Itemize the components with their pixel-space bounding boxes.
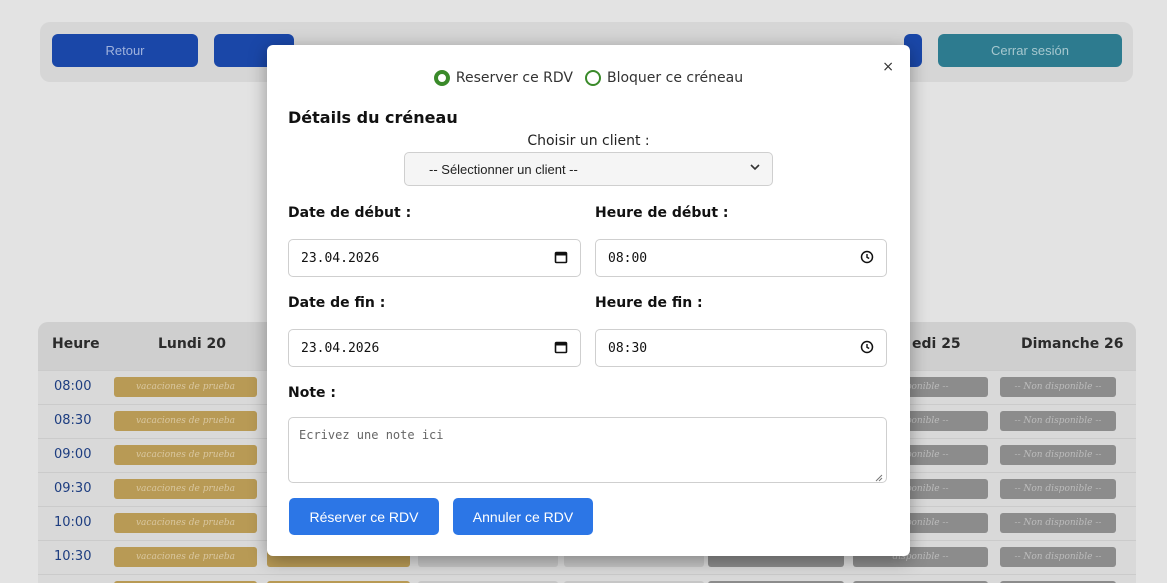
mode-radio-group: Reserver ce RDV Bloquer ce créneau — [267, 70, 910, 86]
radio-block[interactable]: Bloquer ce créneau — [584, 70, 744, 86]
start-date-value: 23.04.2026 — [301, 250, 380, 266]
clock-icon[interactable] — [860, 340, 874, 354]
calendar-icon[interactable] — [554, 250, 568, 264]
unavailable-slot[interactable]: -- Non disponible -- — [1000, 513, 1116, 533]
client-label: Choisir un client : — [527, 133, 650, 149]
start-time-value: 08:00 — [608, 250, 648, 266]
unavailable-slot[interactable]: -- Non disponible -- — [1000, 445, 1116, 465]
end-date-label: Date de fin : — [288, 295, 386, 311]
end-time-input[interactable]: 08:30 — [595, 329, 887, 367]
vacation-slot[interactable]: vacaciones de prueba — [114, 377, 257, 397]
back-button[interactable]: Retour — [52, 34, 198, 67]
unavailable-slot[interactable]: -- Non disponible -- — [1000, 411, 1116, 431]
header-hour: Heure — [52, 336, 100, 352]
clock-icon[interactable] — [860, 250, 874, 264]
radio-reserve-label: Reserver ce RDV — [455, 70, 573, 86]
slot-modal: × Reserver ce RDV Bloquer ce créneau Dét… — [267, 45, 910, 556]
time-cell: 08:00 — [54, 379, 92, 394]
header-monday: Lundi 20 — [158, 336, 227, 352]
end-date-value: 23.04.2026 — [301, 340, 380, 356]
client-select[interactable]: -- Sélectionner un client -- — [404, 152, 773, 186]
reserve-button[interactable]: Réserver ce RDV — [289, 498, 439, 535]
vacation-slot[interactable]: vacaciones de prueba — [114, 411, 257, 431]
radio-checked-icon — [433, 70, 450, 86]
unavailable-slot[interactable]: -- Non disponible -- — [1000, 547, 1116, 567]
start-date-label: Date de début : — [288, 205, 412, 221]
end-time-label: Heure de fin : — [595, 295, 703, 311]
unavailable-slot[interactable]: -- Non disponible -- — [1000, 479, 1116, 499]
vacation-slot[interactable]: vacaciones de prueba — [114, 513, 257, 533]
start-time-label: Heure de début : — [595, 205, 729, 221]
section-title: Détails du créneau — [288, 108, 458, 127]
unavailable-slot[interactable]: -- Non disponible -- — [1000, 377, 1116, 397]
note-placeholder: Ecrivez une note ici — [299, 428, 444, 442]
header-saturday: edi 25 — [912, 336, 961, 352]
client-select-value: -- Sélectionner un client -- — [429, 161, 578, 177]
vacation-slot[interactable]: vacaciones de prueba — [114, 479, 257, 499]
radio-block-label: Bloquer ce créneau — [606, 70, 744, 86]
time-cell: 09:00 — [54, 447, 92, 462]
table-row: 11:00vacaciones de prueba-- Non disponib… — [38, 574, 1136, 583]
time-cell: 10:30 — [54, 549, 92, 564]
note-label: Note : — [288, 385, 336, 401]
vacation-slot[interactable]: vacaciones de prueba — [114, 547, 257, 567]
note-textarea[interactable]: Ecrivez une note ici — [288, 417, 887, 483]
radio-reserve[interactable]: Reserver ce RDV — [433, 70, 573, 86]
radio-unchecked-icon — [584, 70, 601, 86]
calendar-icon[interactable] — [554, 340, 568, 354]
cancel-rdv-button[interactable]: Annuler ce RDV — [453, 498, 593, 535]
vacation-slot[interactable]: vacaciones de prueba — [114, 445, 257, 465]
chevron-down-icon — [750, 162, 760, 175]
header-sunday: Dimanche 26 — [1021, 336, 1124, 352]
time-cell: 09:30 — [54, 481, 92, 496]
start-time-input[interactable]: 08:00 — [595, 239, 887, 277]
resize-grip-icon[interactable] — [875, 471, 883, 482]
logout-button[interactable]: Cerrar sesión — [938, 34, 1122, 67]
start-date-input[interactable]: 23.04.2026 — [288, 239, 581, 277]
time-cell: 10:00 — [54, 515, 92, 530]
end-date-input[interactable]: 23.04.2026 — [288, 329, 581, 367]
end-time-value: 08:30 — [608, 340, 648, 356]
time-cell: 08:30 — [54, 413, 92, 428]
